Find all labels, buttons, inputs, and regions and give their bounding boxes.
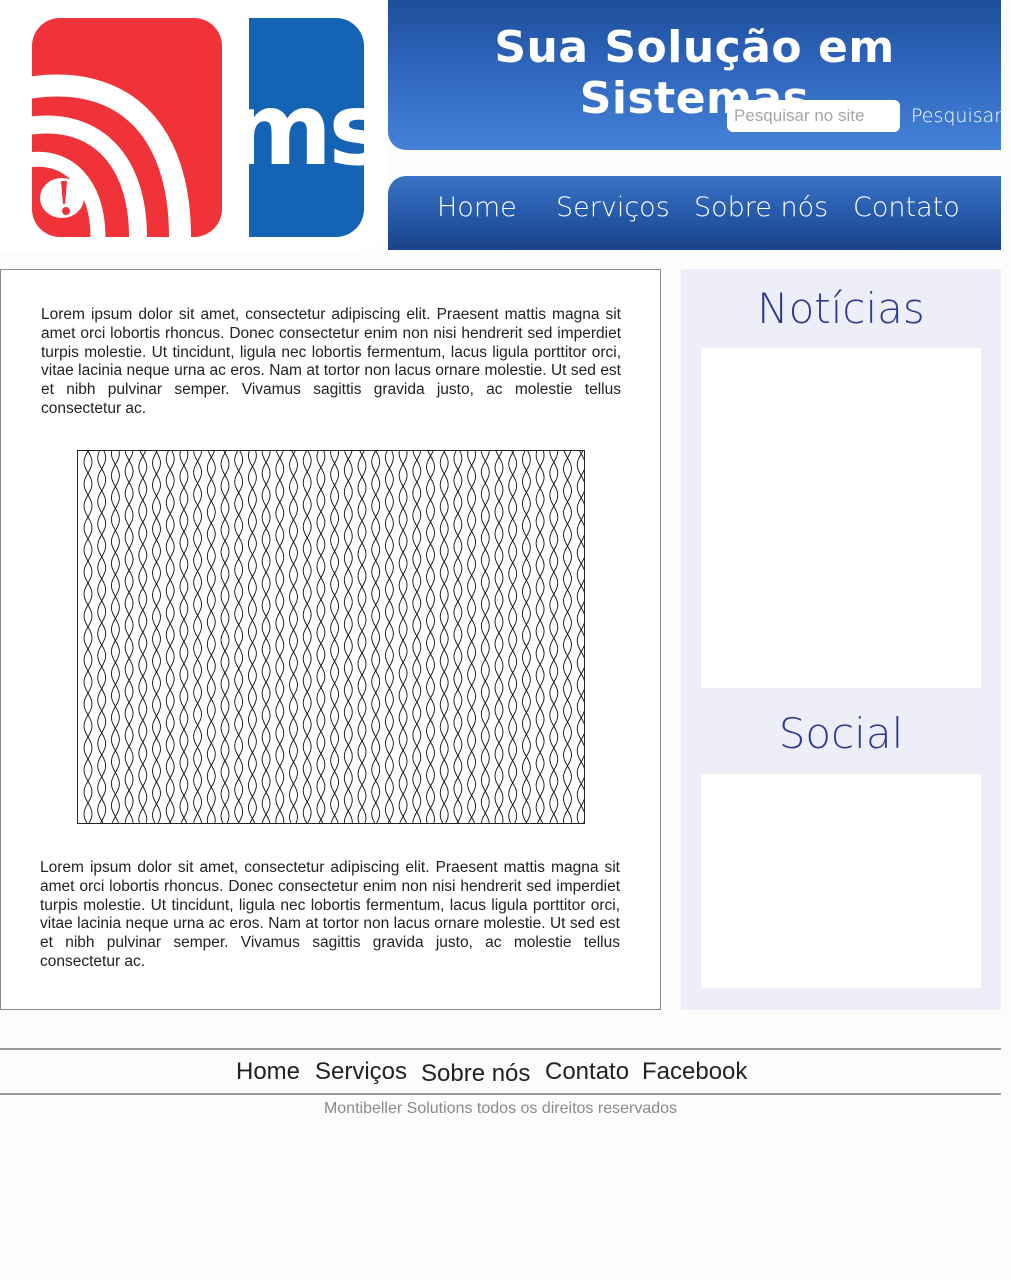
wave-pattern-image	[83, 451, 584, 823]
footer-bottom-divider	[0, 1093, 1001, 1095]
news-heading: Notícias	[757, 284, 925, 333]
wave-line	[152, 451, 161, 823]
intro-paragraph: Lorem ipsum dolor sit amet, consectetur …	[41, 306, 621, 417]
wave-line	[371, 451, 381, 823]
wave-line	[165, 451, 175, 823]
social-panel	[701, 774, 981, 988]
footer-link-facebook[interactable]: Facebook	[642, 1058, 747, 1086]
wave-line	[412, 451, 422, 823]
footer-link-contact[interactable]: Contato	[545, 1058, 629, 1086]
wave-line	[521, 451, 531, 823]
footer-link-about[interactable]: Sobre nós	[421, 1060, 530, 1088]
wave-line	[439, 451, 449, 823]
footer-link-services[interactable]: Serviços	[315, 1058, 407, 1086]
wave-line	[83, 451, 93, 823]
wave-line	[83, 451, 93, 823]
wave-line	[124, 451, 134, 823]
wave-line	[439, 451, 449, 823]
wave-line	[234, 451, 244, 823]
wave-line	[261, 451, 271, 823]
wave-line	[480, 451, 490, 823]
footer-top-divider	[0, 1048, 1001, 1050]
second-paragraph: Lorem ipsum dolor sit amet, consectetur …	[40, 859, 620, 970]
wave-line	[330, 451, 340, 823]
search-input[interactable]	[727, 100, 900, 132]
nav-contact[interactable]: Contato	[853, 192, 960, 223]
content-image	[77, 450, 585, 824]
wave-line	[165, 451, 175, 823]
wave-line	[193, 451, 203, 823]
logo-red-panel	[32, 18, 222, 237]
company-logo[interactable]: ms	[32, 18, 364, 238]
wave-line	[234, 451, 244, 823]
copyright-text: Montibeller Solutions todos os direitos …	[323, 1100, 678, 1117]
nav-about[interactable]: Sobre nós	[694, 192, 828, 223]
nav-home[interactable]: Home	[437, 192, 517, 223]
news-panel	[701, 348, 981, 688]
wave-line	[152, 451, 161, 823]
nav-services[interactable]: Serviços	[556, 192, 670, 223]
wave-line	[549, 451, 559, 823]
wave-line	[343, 451, 353, 823]
wave-line	[371, 451, 381, 823]
wave-line	[302, 451, 312, 823]
social-heading: Social	[778, 709, 904, 758]
wave-line	[302, 451, 312, 823]
search-button[interactable]: Pesquisar	[904, 100, 1002, 132]
logo-text: ms	[228, 71, 364, 188]
footer-link-home[interactable]: Home	[236, 1058, 300, 1086]
wave-line	[521, 451, 531, 823]
